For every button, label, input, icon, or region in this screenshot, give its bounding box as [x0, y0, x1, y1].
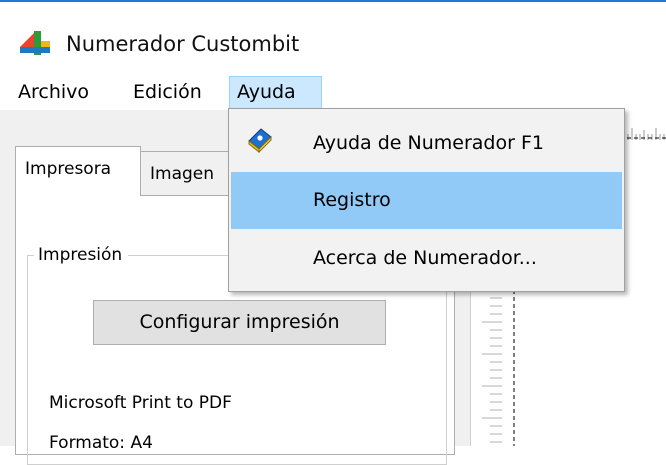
help-dropdown-menu: Ayuda de Numerador F1 Registro Acerca de…: [228, 108, 625, 292]
menu-item-registro-label: Registro: [313, 189, 391, 211]
menu-ayuda[interactable]: Ayuda: [229, 76, 322, 110]
tab-imagen[interactable]: Imagen: [141, 151, 241, 195]
help-book-icon: [248, 128, 272, 153]
configure-print-button[interactable]: Configurar impresión: [93, 300, 386, 345]
title-bar[interactable]: Numerador Custombit: [0, 2, 666, 76]
tab-impresora[interactable]: Impresora: [15, 146, 141, 196]
menu-bar: Archivo Edición Ayuda: [0, 76, 666, 110]
vertical-ruler: [482, 290, 515, 446]
menu-item-help-label: Ayuda de Numerador F1: [313, 132, 544, 154]
print-group-label: Impresión: [34, 245, 129, 265]
menu-item-acerca[interactable]: Acerca de Numerador...: [231, 230, 622, 287]
app-logo-icon: [20, 31, 50, 55]
menu-item-acerca-label: Acerca de Numerador...: [313, 247, 537, 269]
paper-format: Formato: A4: [49, 433, 153, 453]
menu-item-registro[interactable]: Registro: [231, 172, 622, 229]
menu-archivo[interactable]: Archivo: [11, 76, 96, 110]
window-title: Numerador Custombit: [66, 32, 300, 56]
printer-name: Microsoft Print to PDF: [49, 393, 232, 413]
menu-item-help[interactable]: Ayuda de Numerador F1: [231, 115, 622, 172]
menu-edicion[interactable]: Edición: [126, 76, 209, 110]
